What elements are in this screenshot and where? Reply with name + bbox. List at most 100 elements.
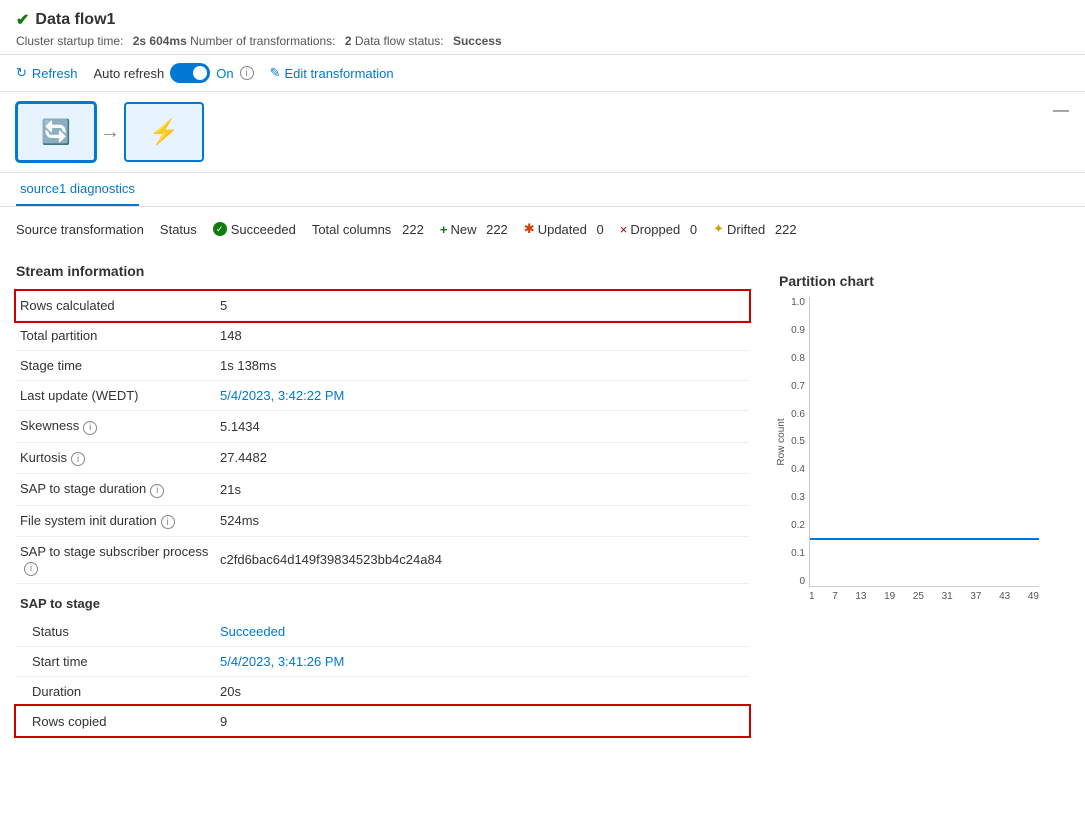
success-icon: ✔ — [16, 10, 29, 30]
node-arrow: → — [100, 121, 120, 144]
drifted-label: Drifted — [727, 222, 765, 237]
y-axis-label: 0.4 — [791, 464, 805, 475]
status-label: Status — [160, 222, 197, 237]
stream-row-label: File system init durationi — [16, 505, 216, 537]
diagram-nodes: 🔄 → ⚡ — [16, 102, 1069, 162]
y-axis-label: 1.0 — [791, 297, 805, 308]
total-columns-value: 222 — [402, 222, 424, 237]
auto-refresh-toggle[interactable] — [170, 63, 210, 83]
sap-row: StatusSucceeded — [16, 617, 749, 647]
info-icon[interactable]: i — [150, 484, 164, 498]
source-transformation-label: Source transformation — [16, 222, 144, 237]
total-columns-group: Total columns 222 — [312, 222, 424, 237]
partition-chart-title: Partition chart — [779, 273, 1059, 289]
left-panel: Stream information Rows calculated5Total… — [16, 263, 749, 737]
refresh-button[interactable]: ↻ Refresh — [16, 65, 77, 81]
chart-y-label: Row count — [776, 418, 787, 465]
sap-row-value: 9 — [216, 706, 749, 736]
x-axis-label: 7 — [832, 591, 838, 602]
edit-transformation-button[interactable]: ✎ Edit transformation — [270, 65, 394, 81]
stream-info-title: Stream information — [16, 263, 749, 279]
auto-refresh-label: Auto refresh — [93, 66, 164, 81]
new-label: New — [450, 222, 476, 237]
y-axis-label: 0.1 — [791, 548, 805, 559]
auto-refresh-info-icon[interactable]: i — [240, 66, 254, 80]
stream-row-value: 148 — [216, 321, 749, 351]
chart-x-axis: 1713192531374349 — [809, 587, 1039, 617]
stream-info-row: Kurtosisi27.4482 — [16, 442, 749, 474]
transform-node[interactable]: ⚡ — [124, 102, 204, 162]
edit-transform-label: Edit transformation — [285, 66, 394, 81]
x-axis-label: 31 — [942, 591, 953, 602]
stream-info-row: SAP to stage durationi21s — [16, 474, 749, 506]
source-node-icon: 🔄 — [41, 118, 71, 147]
sap-row-value: Succeeded — [216, 617, 749, 647]
dropped-group: × Dropped 0 — [620, 222, 697, 237]
sap-to-stage-section: SAP to stage StatusSucceededStart time5/… — [16, 596, 749, 737]
stream-row-label: Skewnessi — [16, 411, 216, 443]
stream-row-label: Last update (WEDT) — [16, 381, 216, 411]
drifted-group: ✦ Drifted 222 — [713, 221, 797, 237]
dropped-label: Dropped — [630, 222, 680, 237]
source-node[interactable]: 🔄 — [16, 102, 96, 162]
y-axis-label: 0.7 — [791, 381, 805, 392]
toolbar: ↻ Refresh Auto refresh On i ✎ Edit trans… — [0, 55, 1085, 92]
star-icon: ✦ — [713, 221, 724, 237]
stream-row-value: c2fd6bac64d149f39834523bb4c24a84 — [216, 537, 749, 584]
stream-info-row: Total partition148 — [16, 321, 749, 351]
stream-info-row: SAP to stage subscriber processic2fd6bac… — [16, 537, 749, 584]
sap-to-stage-title: SAP to stage — [16, 596, 749, 611]
refresh-label: Refresh — [32, 66, 78, 81]
stream-row-value: 27.4482 — [216, 442, 749, 474]
chart-body: Row count — [809, 297, 1039, 587]
info-icon[interactable]: i — [161, 515, 175, 529]
dataflow-status-value: Success — [453, 34, 502, 48]
new-group: + New 222 — [440, 222, 508, 237]
x-axis-label: 13 — [855, 591, 866, 602]
source1-diagnostics-tab[interactable]: source1 diagnostics — [16, 173, 139, 206]
drifted-value: 222 — [775, 222, 797, 237]
right-panel: Partition chart 1.00.90.80.70.60.50.40.3… — [769, 263, 1069, 737]
y-axis-label: 0.9 — [791, 325, 805, 336]
stream-row-value: 524ms — [216, 505, 749, 537]
sap-row-value: 5/4/2023, 3:41:26 PM — [216, 646, 749, 676]
on-label: On — [216, 66, 233, 81]
sap-row-label: Rows copied — [16, 706, 216, 736]
pencil-icon: ✎ — [270, 65, 281, 81]
header-meta: Cluster startup time: 2s 604ms Number of… — [16, 34, 1069, 48]
plus-icon: + — [440, 222, 448, 237]
updated-group: ✱ Updated 0 — [524, 221, 604, 237]
x-axis-label: 49 — [1028, 591, 1039, 602]
refresh-icon: ↻ — [16, 65, 27, 81]
asterisk-icon: ✱ — [524, 221, 535, 237]
x-axis-label: 19 — [884, 591, 895, 602]
sap-row-label: Status — [16, 617, 216, 647]
y-axis-label: 0 — [799, 576, 805, 587]
info-icon[interactable]: i — [83, 421, 97, 435]
sap-row-label: Duration — [16, 676, 216, 706]
stream-info-row: Skewnessi5.1434 — [16, 411, 749, 443]
cluster-startup-label: Cluster startup time: — [16, 34, 123, 48]
content-area: Stream information Rows calculated5Total… — [0, 247, 1085, 753]
stream-row-label: Total partition — [16, 321, 216, 351]
stream-row-value: 5 — [216, 291, 749, 321]
page-title-row: ✔ Data flow1 — [16, 10, 1069, 30]
total-columns-label: Total columns — [312, 222, 391, 237]
stream-row-value: 21s — [216, 474, 749, 506]
x-axis-label: 37 — [970, 591, 981, 602]
info-icon[interactable]: i — [24, 562, 38, 576]
stream-row-label: Stage time — [16, 351, 216, 381]
stream-info-table: Rows calculated5Total partition148Stage … — [16, 291, 749, 584]
updated-label: Updated — [538, 222, 587, 237]
minimize-button[interactable]: — — [1053, 102, 1069, 120]
cross-icon: × — [620, 222, 628, 237]
status-value: Succeeded — [231, 222, 296, 237]
info-icon[interactable]: i — [71, 452, 85, 466]
page-header: ✔ Data flow1 Cluster startup time: 2s 60… — [0, 0, 1085, 55]
num-transforms-label: Number of transformations: — [190, 34, 335, 48]
sap-row: Rows copied9 — [16, 706, 749, 736]
x-axis-label: 25 — [913, 591, 924, 602]
stream-row-label: SAP to stage durationi — [16, 474, 216, 506]
stream-info-row: Rows calculated5 — [16, 291, 749, 321]
cluster-startup-value: 2s 604ms — [133, 34, 187, 48]
